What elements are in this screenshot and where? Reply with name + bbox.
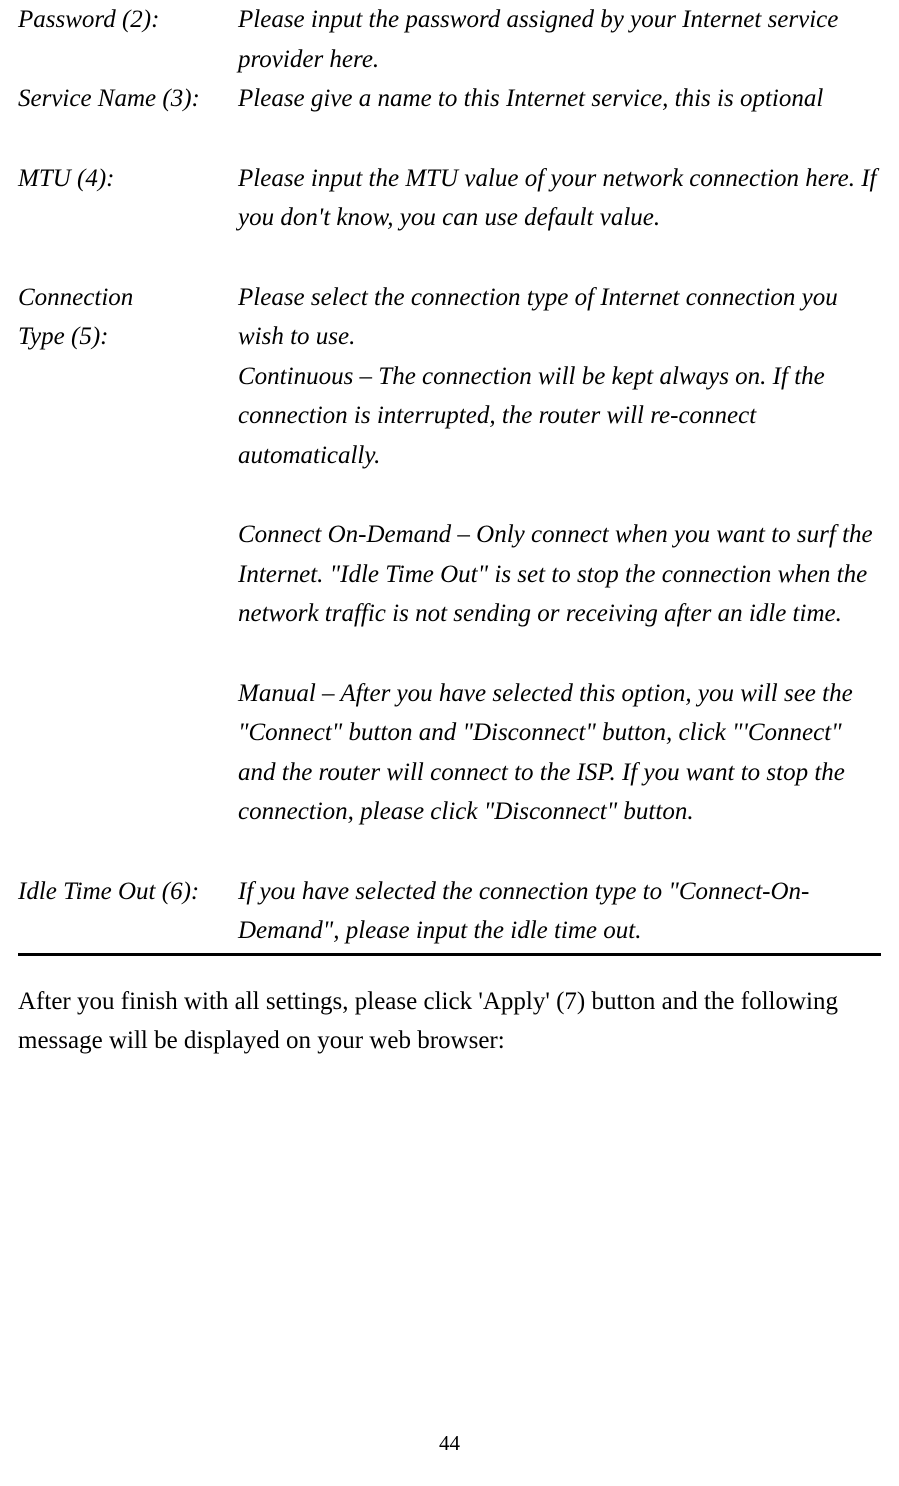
value-connection-type: Please select the connection type of Int… (238, 278, 881, 832)
row-mtu: MTU (4): Please input the MTU value of y… (18, 159, 881, 238)
page-number: 44 (0, 1431, 899, 1456)
section-divider (18, 953, 881, 956)
label-service-name: Service Name (3): (18, 79, 238, 119)
connection-type-on-demand: Connect On-Demand – Only connect when yo… (238, 515, 881, 634)
row-connection-type: Connection Type (5): Please select the c… (18, 278, 881, 832)
row-idle-time-out: Idle Time Out (6): If you have selected … (18, 872, 881, 951)
row-password: Password (2): Please input the password … (18, 0, 881, 79)
label-connection-type-line1: Connection (18, 278, 238, 318)
connection-type-continuous: Continuous – The connection will be kept… (238, 357, 881, 476)
label-connection-type: Connection Type (5): (18, 278, 238, 832)
value-mtu: Please input the MTU value of your netwo… (238, 159, 881, 238)
value-service-name: Please give a name to this Internet serv… (238, 79, 881, 119)
connection-type-manual: Manual – After you have selected this op… (238, 674, 881, 832)
definition-table: Password (2): Please input the password … (18, 0, 881, 951)
label-password: Password (2): (18, 0, 238, 79)
value-password: Please input the password assigned by yo… (238, 0, 881, 79)
connection-type-intro: Please select the connection type of Int… (238, 278, 881, 357)
value-idle-time-out: If you have selected the connection type… (238, 872, 881, 951)
label-idle-time-out: Idle Time Out (6): (18, 872, 238, 951)
closing-paragraph: After you finish with all settings, plea… (18, 982, 881, 1061)
row-service-name: Service Name (3): Please give a name to … (18, 79, 881, 119)
label-mtu: MTU (4): (18, 159, 238, 238)
label-connection-type-line2: Type (5): (18, 317, 238, 357)
